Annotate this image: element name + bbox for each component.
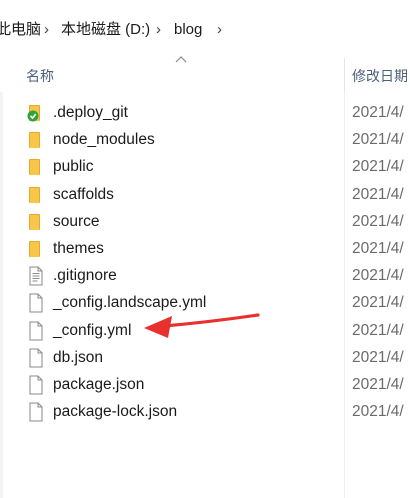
column-divider[interactable] bbox=[344, 58, 345, 92]
file-row[interactable]: scaffolds 2021/4/ bbox=[18, 181, 410, 208]
file-name: _config.landscape.yml bbox=[53, 294, 207, 312]
file-row[interactable]: package-lock.json 2021/4/ bbox=[18, 398, 410, 425]
column-name-header[interactable]: 名称 bbox=[26, 66, 54, 86]
file-row[interactable]: node_modules 2021/4/ bbox=[18, 126, 410, 153]
file-icon bbox=[26, 293, 46, 313]
file-date-modified: 2021/4/ bbox=[352, 185, 404, 203]
folder-icon bbox=[26, 239, 46, 259]
column-date-modified-header[interactable]: 修改日期 bbox=[352, 66, 408, 86]
column-header bbox=[0, 58, 410, 92]
file-row[interactable]: themes 2021/4/ bbox=[18, 235, 410, 262]
file-date-modified: 2021/4/ bbox=[352, 212, 404, 230]
file-name: package-lock.json bbox=[53, 403, 178, 421]
file-name: _config.yml bbox=[53, 321, 132, 339]
file-row[interactable]: public 2021/4/ bbox=[18, 153, 410, 180]
file-date-modified: 2021/4/ bbox=[352, 131, 404, 149]
file-name: .gitignore bbox=[53, 267, 117, 285]
file-name: node_modules bbox=[53, 131, 155, 149]
file-name: package.json bbox=[53, 376, 145, 393]
file-icon bbox=[26, 321, 46, 341]
file-name: db.json bbox=[53, 348, 103, 366]
file-date-modified: 2021/4/ bbox=[352, 376, 404, 393]
folder-icon bbox=[26, 130, 46, 150]
sort-ascending-icon bbox=[175, 56, 187, 63]
file-name: public bbox=[53, 158, 94, 176]
text-file-icon bbox=[26, 266, 46, 286]
file-row[interactable]: package.json 2021/4/ bbox=[18, 371, 410, 398]
file-date-modified: 2021/4/ bbox=[352, 403, 404, 421]
file-row[interactable]: .deploy_git 2021/4/ bbox=[18, 99, 410, 126]
file-date-modified: 2021/4/ bbox=[352, 294, 404, 312]
file-date-modified: 2021/4/ bbox=[352, 348, 404, 366]
file-name: .deploy_git bbox=[53, 104, 128, 121]
file-row[interactable]: _config.yml 2021/4/ bbox=[18, 317, 410, 344]
file-row[interactable]: .gitignore 2021/4/ bbox=[18, 262, 410, 289]
file-icon bbox=[26, 402, 46, 422]
address-bar[interactable]: 此电脑 › 本地磁盘 (D:) › blog › bbox=[0, 0, 410, 58]
file-name: themes bbox=[53, 240, 104, 257]
file-row[interactable]: source 2021/4/ bbox=[18, 208, 410, 235]
file-date-modified: 2021/4/ bbox=[352, 158, 404, 176]
file-name: scaffolds bbox=[53, 185, 114, 203]
file-row[interactable]: db.json 2021/4/ bbox=[18, 344, 410, 371]
breadcrumb-chevron-icon[interactable]: › bbox=[217, 20, 222, 40]
file-date-modified: 2021/4/ bbox=[352, 321, 404, 339]
breadcrumb-chevron-icon[interactable]: › bbox=[156, 20, 161, 40]
navigation-pane-edge bbox=[0, 92, 3, 498]
breadcrumb-blog[interactable]: blog bbox=[174, 20, 202, 40]
file-date-modified: 2021/4/ bbox=[352, 267, 404, 285]
folder-icon bbox=[26, 185, 46, 205]
file-icon bbox=[26, 375, 46, 395]
file-row[interactable]: _config.landscape.yml 2021/4/ bbox=[18, 289, 410, 316]
breadcrumb-local-disk-d[interactable]: 本地磁盘 (D:) bbox=[61, 20, 150, 40]
file-date-modified: 2021/4/ bbox=[352, 240, 404, 257]
folder-icon bbox=[26, 157, 46, 177]
folder-icon bbox=[26, 212, 46, 232]
folder-synced-icon bbox=[26, 103, 46, 123]
file-name: source bbox=[53, 212, 100, 230]
file-icon bbox=[26, 348, 46, 368]
breadcrumb-this-pc[interactable]: 此电脑 bbox=[0, 20, 41, 40]
file-date-modified: 2021/4/ bbox=[352, 104, 404, 121]
breadcrumb-chevron-icon[interactable]: › bbox=[44, 20, 49, 40]
